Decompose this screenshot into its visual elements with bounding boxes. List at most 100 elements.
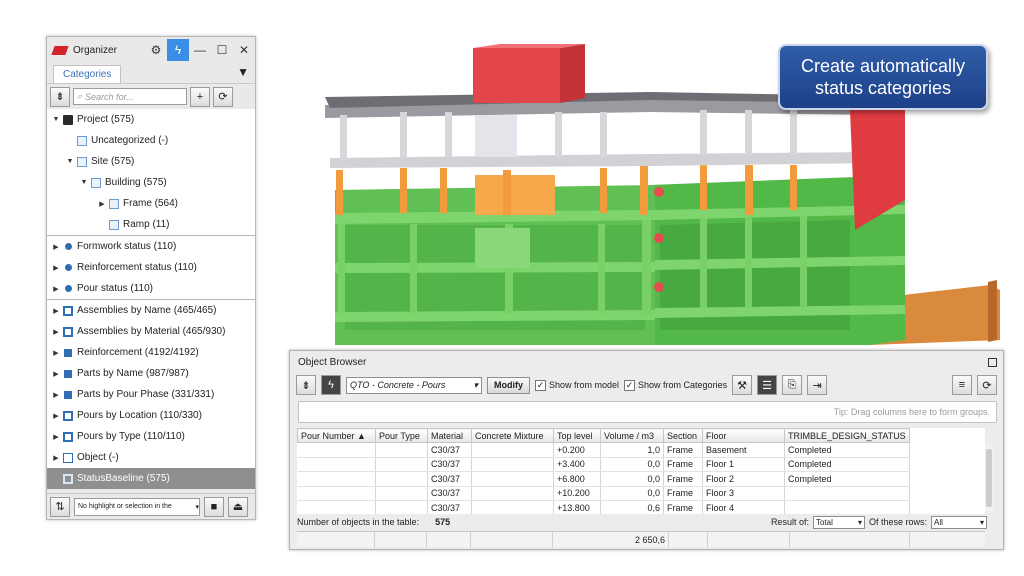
export-icon[interactable]: ⎘	[782, 375, 803, 395]
cell-section: Frame	[663, 500, 703, 514]
tree-item-assemblies-by-material[interactable]: ▶ Assemblies by Material (465/930)	[47, 321, 255, 342]
cell-pour-number	[297, 442, 376, 458]
callout-line-1: Create automatically	[800, 56, 966, 76]
close-icon[interactable]: ✕	[233, 39, 255, 61]
minimize-icon[interactable]: —	[189, 39, 211, 61]
tree-item-reinforcement[interactable]: ▶ Reinforcement (4192/4192)	[47, 342, 255, 363]
maximize-icon[interactable]: ☐	[211, 39, 233, 61]
ramp-edge	[988, 280, 997, 342]
tree-item-project[interactable]: ▼ Project (575)	[47, 109, 255, 130]
refresh-icon[interactable]: ⟳	[977, 375, 997, 395]
eject-icon[interactable]: ⏏	[228, 496, 248, 517]
tree-item-assemblies-by-name[interactable]: ▶ Assemblies by Name (465/465)	[47, 300, 255, 321]
column-header-floor[interactable]: Floor	[702, 428, 785, 443]
cell-material: C30/37	[427, 500, 472, 514]
column-header-pour-number[interactable]: Pour Number ▲	[297, 428, 376, 443]
expand-toggle-icon[interactable]: ▶	[97, 200, 107, 208]
tree-item-ramp[interactable]: Ramp (11)	[47, 214, 255, 235]
box-icon	[77, 156, 87, 167]
expand-toggle-icon[interactable]: ▶	[51, 454, 61, 462]
dot-icon	[65, 264, 72, 271]
expand-toggle-icon[interactable]: ▼	[79, 179, 89, 186]
cell-pour-number	[297, 500, 376, 514]
box-icon	[91, 177, 101, 188]
column-header-top-level[interactable]: Top level	[553, 428, 601, 443]
tree-item-formwork-status[interactable]: ▶ Formwork status (110)	[47, 236, 255, 257]
pin-icon[interactable]: ϟ	[167, 39, 189, 61]
cell-floor: Basement	[702, 442, 785, 458]
cell-volume: 0,6	[600, 500, 664, 514]
column-header-concrete-mixture[interactable]: Concrete Mixture	[471, 428, 554, 443]
expand-toggle-icon[interactable]: ▶	[51, 433, 61, 441]
checkmark-icon: ✓	[535, 379, 546, 391]
tree-item-site[interactable]: ▼ Site (575)	[47, 151, 255, 172]
square-icon	[64, 348, 72, 357]
tree-label: Uncategorized (-)	[91, 135, 169, 146]
tree-item-pour-status[interactable]: ▶ Pour status (110)	[47, 278, 255, 299]
table-row[interactable]: C30/37 +10.200 0,0 Frame Floor 3	[297, 486, 910, 501]
expand-toggle-icon[interactable]: ▶	[51, 264, 61, 272]
tree-item-pours-by-location[interactable]: ▶ Pours by Location (110/330)	[47, 405, 255, 426]
expand-toggle-icon[interactable]: ▼	[51, 116, 61, 123]
sort-icon[interactable]: ⇅	[50, 496, 70, 517]
modify-button[interactable]: Modify	[487, 376, 530, 394]
expand-toggle-icon[interactable]: ▶	[51, 285, 61, 293]
scrollbar-thumb[interactable]	[986, 449, 992, 507]
tree-item-uncategorized[interactable]: Uncategorized (-)	[47, 130, 255, 151]
cell-volume: 0,0	[600, 457, 664, 472]
table-view-icon[interactable]: ☰	[757, 375, 778, 395]
pin-icon[interactable]: ϟ	[321, 375, 341, 395]
menu-icon[interactable]: ≡	[952, 375, 972, 395]
tree-label: Reinforcement status (110)	[77, 262, 197, 273]
cell-material: C30/37	[427, 442, 472, 458]
highlight-dropdown[interactable]: No highlight or selection in the ▾	[74, 497, 200, 516]
goto-icon[interactable]: ⇥	[807, 375, 828, 395]
column-header-pour-type[interactable]: Pour Type	[375, 428, 428, 443]
column-header-material[interactable]: Material	[427, 428, 472, 443]
expand-toggle-icon[interactable]: ▶	[51, 412, 61, 420]
table-row[interactable]: C30/37 +3.400 0,0 Frame Floor 1 Complete…	[297, 457, 910, 472]
add-icon[interactable]: +	[190, 86, 210, 107]
collapse-icon[interactable]: ⇟	[296, 375, 316, 395]
table-row[interactable]: C30/37 +0.200 1,0 Frame Basement Complet…	[297, 442, 910, 458]
tree-item-parts-by-name[interactable]: ▶ Parts by Name (987/987)	[47, 363, 255, 384]
tab-menu-icon[interactable]: ▼	[237, 65, 249, 79]
column-header-volume[interactable]: Volume / m3	[600, 428, 664, 443]
of-these-rows-dropdown[interactable]: All ▾	[931, 515, 987, 529]
expand-toggle-icon[interactable]: ▶	[51, 328, 61, 336]
table-row[interactable]: C30/37 +13.800 0,6 Frame Floor 4	[297, 500, 910, 514]
expand-toggle-icon[interactable]: ▶	[51, 370, 61, 378]
tab-categories[interactable]: Categories	[53, 65, 122, 83]
expand-toggle-icon[interactable]: ▶	[51, 349, 61, 357]
query-dropdown[interactable]: QTO - Concrete - Pours ▾	[346, 376, 482, 394]
expand-toggle-icon[interactable]: ▶	[51, 307, 61, 315]
column-header-section[interactable]: Section	[663, 428, 703, 443]
select-tool-icon[interactable]: ⚒	[732, 375, 753, 395]
tree-item-reinforcement-status[interactable]: ▶ Reinforcement status (110)	[47, 257, 255, 278]
result-of-dropdown[interactable]: Total ▾	[812, 515, 865, 529]
result-of-label: Result of:	[770, 517, 809, 527]
column-header-design-status[interactable]: TRIMBLE_DESIGN_STATUS	[784, 428, 910, 443]
group-by-area[interactable]: Tip: Drag columns here to form groups.	[298, 401, 997, 423]
settings-gear-icon[interactable]: ⚙	[145, 39, 167, 61]
checkbox-label: Show from model	[549, 380, 620, 390]
expand-toggle-icon[interactable]: ▼	[65, 158, 75, 165]
tree-item-status-baseline[interactable]: StatusBaseline (575)	[47, 468, 255, 489]
refresh-icon[interactable]: ⟳	[213, 86, 233, 107]
search-input[interactable]: ⌕ Search for...	[73, 88, 187, 105]
show-from-categories-checkbox[interactable]: ✓ Show from Categories	[624, 379, 727, 391]
show-from-model-checkbox[interactable]: ✓ Show from model	[535, 379, 620, 391]
collapse-all-icon[interactable]: ⇟	[50, 86, 70, 107]
tree-item-frame[interactable]: ▶ Frame (564)	[47, 193, 255, 214]
table-row[interactable]: C30/37 +6.800 0,0 Frame Floor 2 Complete…	[297, 471, 910, 487]
color-shapes-icon[interactable]: ■	[204, 496, 224, 517]
tree-item-building[interactable]: ▼ Building (575)	[47, 172, 255, 193]
tree-item-parts-by-pour-phase[interactable]: ▶ Parts by Pour Phase (331/331)	[47, 384, 255, 405]
tree-item-pours-by-type[interactable]: ▶ Pours by Type (110/110)	[47, 426, 255, 447]
cell-design-status: Completed	[784, 457, 910, 472]
maximize-icon[interactable]	[988, 357, 997, 367]
tree-item-object[interactable]: ▶ Object (-)	[47, 447, 255, 468]
expand-toggle-icon[interactable]: ▶	[51, 243, 61, 251]
expand-toggle-icon[interactable]: ▶	[51, 391, 61, 399]
table-scrollbar[interactable]	[985, 443, 993, 511]
